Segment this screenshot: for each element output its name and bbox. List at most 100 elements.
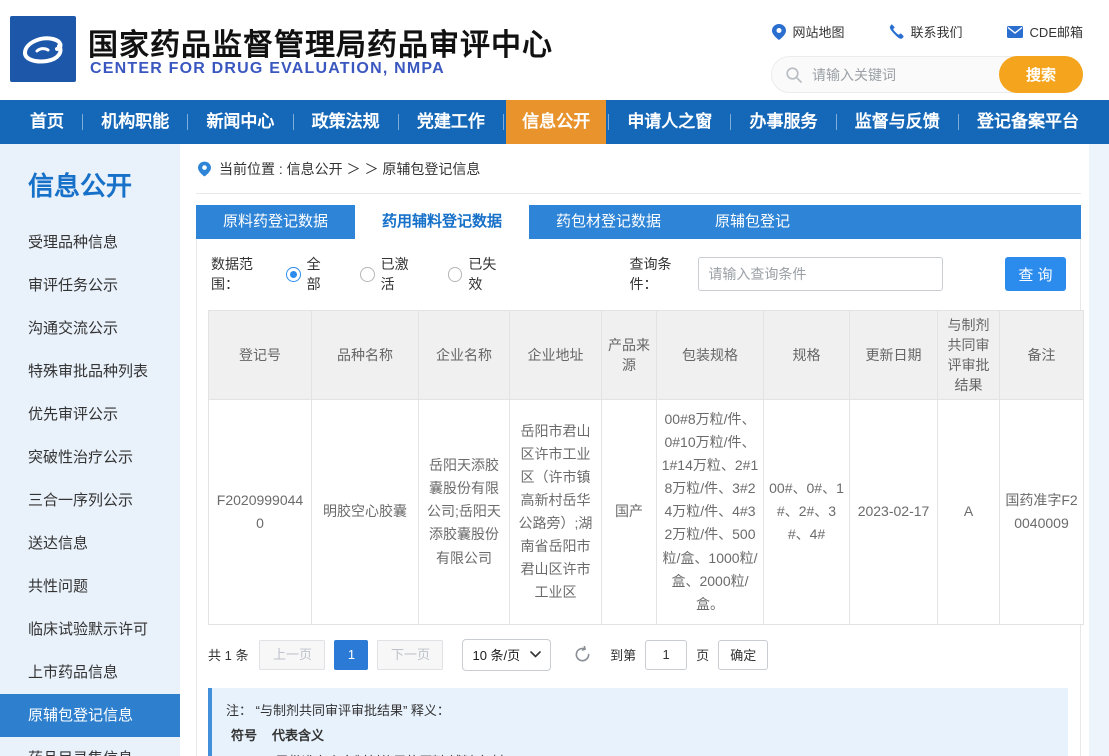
- cell-product-origin: 国产: [602, 400, 657, 625]
- mail-icon: [1007, 26, 1023, 38]
- radio-expired-label: 已失效: [468, 254, 509, 294]
- map-pin-icon: [772, 24, 786, 40]
- tab-api-registration[interactable]: 原料药登记数据: [196, 205, 355, 239]
- breadcrumb: 当前位置 : 信息公开 ＞ ＞ 原辅包登记信息: [196, 144, 1081, 194]
- nav-item-applicant[interactable]: 申请人之窗: [611, 100, 728, 144]
- cell-update-date: 2023-02-17: [850, 400, 938, 625]
- site-search: 搜索: [771, 56, 1083, 93]
- sitemap-label: 网站地图: [793, 22, 845, 41]
- sidebar-item-breakthrough-therapy[interactable]: 突破性治疗公示: [0, 436, 180, 479]
- radio-all-label: 全部: [307, 254, 334, 294]
- mailbox-label: CDE邮箱: [1030, 22, 1083, 41]
- sidebar-item-priority-review[interactable]: 优先审评公示: [0, 393, 180, 436]
- sitemap-link[interactable]: 网站地图: [772, 22, 845, 41]
- sidebar-item-delivery-info[interactable]: 送达信息: [0, 522, 180, 565]
- contact-link[interactable]: 联系我们: [889, 22, 963, 41]
- nav-separator: [836, 114, 837, 130]
- nav-separator: [398, 114, 399, 130]
- nav-separator: [958, 114, 959, 130]
- nav-item-registration-platform[interactable]: 登记备案平台: [961, 100, 1095, 144]
- content-panel: 数据范围： 全部 已激活 已失效 查询条件：: [196, 239, 1081, 756]
- cell-company-name: 岳阳天添胶囊股份有限公司;岳阳天添胶囊股份有限公司: [419, 400, 510, 625]
- site-header: 国家药品监督管理局药品审评中心 CENTER FOR DRUG EVALUATI…: [0, 0, 1109, 100]
- note-symbol-a: A: [226, 749, 262, 756]
- sidebar-title: 信息公开: [0, 166, 180, 203]
- search-button[interactable]: 搜索: [999, 56, 1083, 93]
- sidebar: 信息公开 受理品种信息 审评任务公示 沟通交流公示 特殊审批品种列表 优先审评公…: [0, 144, 180, 756]
- nav-separator: [187, 114, 188, 130]
- scope-radio-group: 全部 已激活 已失效: [286, 254, 510, 294]
- query-input[interactable]: [698, 257, 943, 291]
- goto-label: 到第: [610, 645, 636, 664]
- cde-logo: [10, 16, 76, 82]
- radio-activated[interactable]: 已激活: [360, 254, 422, 294]
- cell-registration-no: F20209990440: [209, 400, 312, 625]
- cell-joint-review-result: A: [938, 400, 1000, 625]
- goto-page-input[interactable]: [645, 640, 687, 670]
- sidebar-item-marketed-drugs[interactable]: 上市药品信息: [0, 651, 180, 694]
- col-remarks: 备注: [1000, 311, 1084, 400]
- note-header-row: 符号 代表含义: [226, 723, 1052, 748]
- nav-item-party[interactable]: 党建工作: [401, 100, 501, 144]
- refresh-icon[interactable]: [574, 646, 591, 663]
- main-nav: 首页 机构职能 新闻中心 政策法规 党建工作 信息公开 申请人之窗 办事服务 监…: [0, 100, 1109, 144]
- nav-item-news[interactable]: 新闻中心: [190, 100, 290, 144]
- quick-links: 网站地图 联系我们 CDE邮箱: [772, 22, 1083, 41]
- prev-page-button[interactable]: 上一页: [259, 640, 325, 670]
- page-number-button[interactable]: 1: [334, 640, 368, 670]
- next-page-button[interactable]: 下一页: [377, 640, 443, 670]
- col-company-address: 企业地址: [510, 311, 602, 400]
- scope-label: 数据范围：: [211, 254, 280, 294]
- cell-packaging-spec: 00#8万粒/件、0#10万粒/件、1#14万粒、2#18万粒/件、3#24万粒…: [657, 400, 764, 625]
- search-input[interactable]: [802, 67, 1000, 83]
- nav-item-info-disclosure[interactable]: 信息公开: [506, 100, 606, 144]
- sidebar-item-review-tasks[interactable]: 审评任务公示: [0, 264, 180, 307]
- col-product-origin: 产品来源: [602, 311, 657, 400]
- radio-expired-icon[interactable]: [448, 267, 463, 282]
- tab-bar: 原料药登记数据 药用辅料登记数据 药包材登记数据 原辅包登记: [196, 205, 1081, 239]
- search-icon: [772, 67, 802, 83]
- total-count: 共 1 条: [208, 645, 248, 664]
- radio-all-icon[interactable]: [286, 267, 301, 282]
- radio-expired[interactable]: 已失效: [448, 254, 510, 294]
- note-meaning-header: 代表含义: [262, 723, 324, 748]
- query-label: 查询条件：: [629, 254, 698, 294]
- sidebar-item-three-in-one[interactable]: 三合一序列公示: [0, 479, 180, 522]
- sidebar-item-clinical-trial-license[interactable]: 临床试验默示许可: [0, 608, 180, 651]
- nav-item-policy[interactable]: 政策法规: [296, 100, 396, 144]
- tab-excipient-registration[interactable]: 药用辅料登记数据: [355, 205, 529, 239]
- mailbox-link[interactable]: CDE邮箱: [1007, 22, 1083, 41]
- registration-table: 登记号 品种名称 企业名称 企业地址 产品来源 包装规格 规格 更新日期 与制剂…: [208, 310, 1084, 625]
- col-variety-name: 品种名称: [312, 311, 419, 400]
- site-subtitle: CENTER FOR DRUG EVALUATION, NMPA: [90, 60, 445, 78]
- nav-item-services[interactable]: 办事服务: [734, 100, 834, 144]
- page-scrollbar-track[interactable]: [1089, 144, 1109, 756]
- cell-remarks: 国药准字F20040009: [1000, 400, 1084, 625]
- nav-item-supervision[interactable]: 监督与反馈: [839, 100, 956, 144]
- col-packaging-spec: 包装规格: [657, 311, 764, 400]
- query-button[interactable]: 查 询: [1005, 257, 1066, 291]
- sidebar-item-raw-excipient-packaging[interactable]: 原辅包登记信息: [0, 694, 180, 737]
- nav-separator: [503, 114, 504, 130]
- radio-activated-label: 已激活: [381, 254, 422, 294]
- col-registration-no: 登记号: [209, 311, 312, 400]
- sidebar-item-accepted-varieties[interactable]: 受理品种信息: [0, 221, 180, 264]
- sidebar-item-communication[interactable]: 沟通交流公示: [0, 307, 180, 350]
- tab-raw-excipient-packaging[interactable]: 原辅包登记: [688, 205, 817, 239]
- nav-item-functions[interactable]: 机构职能: [85, 100, 185, 144]
- sidebar-item-common-issues[interactable]: 共性问题: [0, 565, 180, 608]
- radio-all[interactable]: 全部: [286, 254, 334, 294]
- cell-company-address: 岳阳市君山区许市工业区（许市镇高新村岳华公路旁）;湖南省岳阳市君山区许市工业区: [510, 400, 602, 625]
- table-row: F20209990440 明胶空心胶囊 岳阳天添胶囊股份有限公司;岳阳天添胶囊股…: [209, 400, 1084, 625]
- nav-item-home[interactable]: 首页: [14, 100, 80, 144]
- breadcrumb-text: 当前位置 : 信息公开 ＞ ＞ 原辅包登记信息: [219, 159, 480, 179]
- goto-confirm-button[interactable]: 确定: [718, 640, 768, 670]
- legend-note: 注： “与制剂共同审评审批结果” 释义： 符号 代表含义 A 已批准在上市制剂使…: [208, 688, 1068, 756]
- page-size-select[interactable]: 10 条/页: [462, 639, 551, 671]
- site-title: 国家药品监督管理局药品审评中心: [88, 20, 553, 64]
- sidebar-item-special-approval[interactable]: 特殊审批品种列表: [0, 350, 180, 393]
- sidebar-item-drug-catalog[interactable]: 药品目录集信息: [0, 737, 180, 756]
- radio-activated-icon[interactable]: [360, 267, 375, 282]
- tab-packaging-registration[interactable]: 药包材登记数据: [529, 205, 688, 239]
- phone-icon: [889, 24, 904, 39]
